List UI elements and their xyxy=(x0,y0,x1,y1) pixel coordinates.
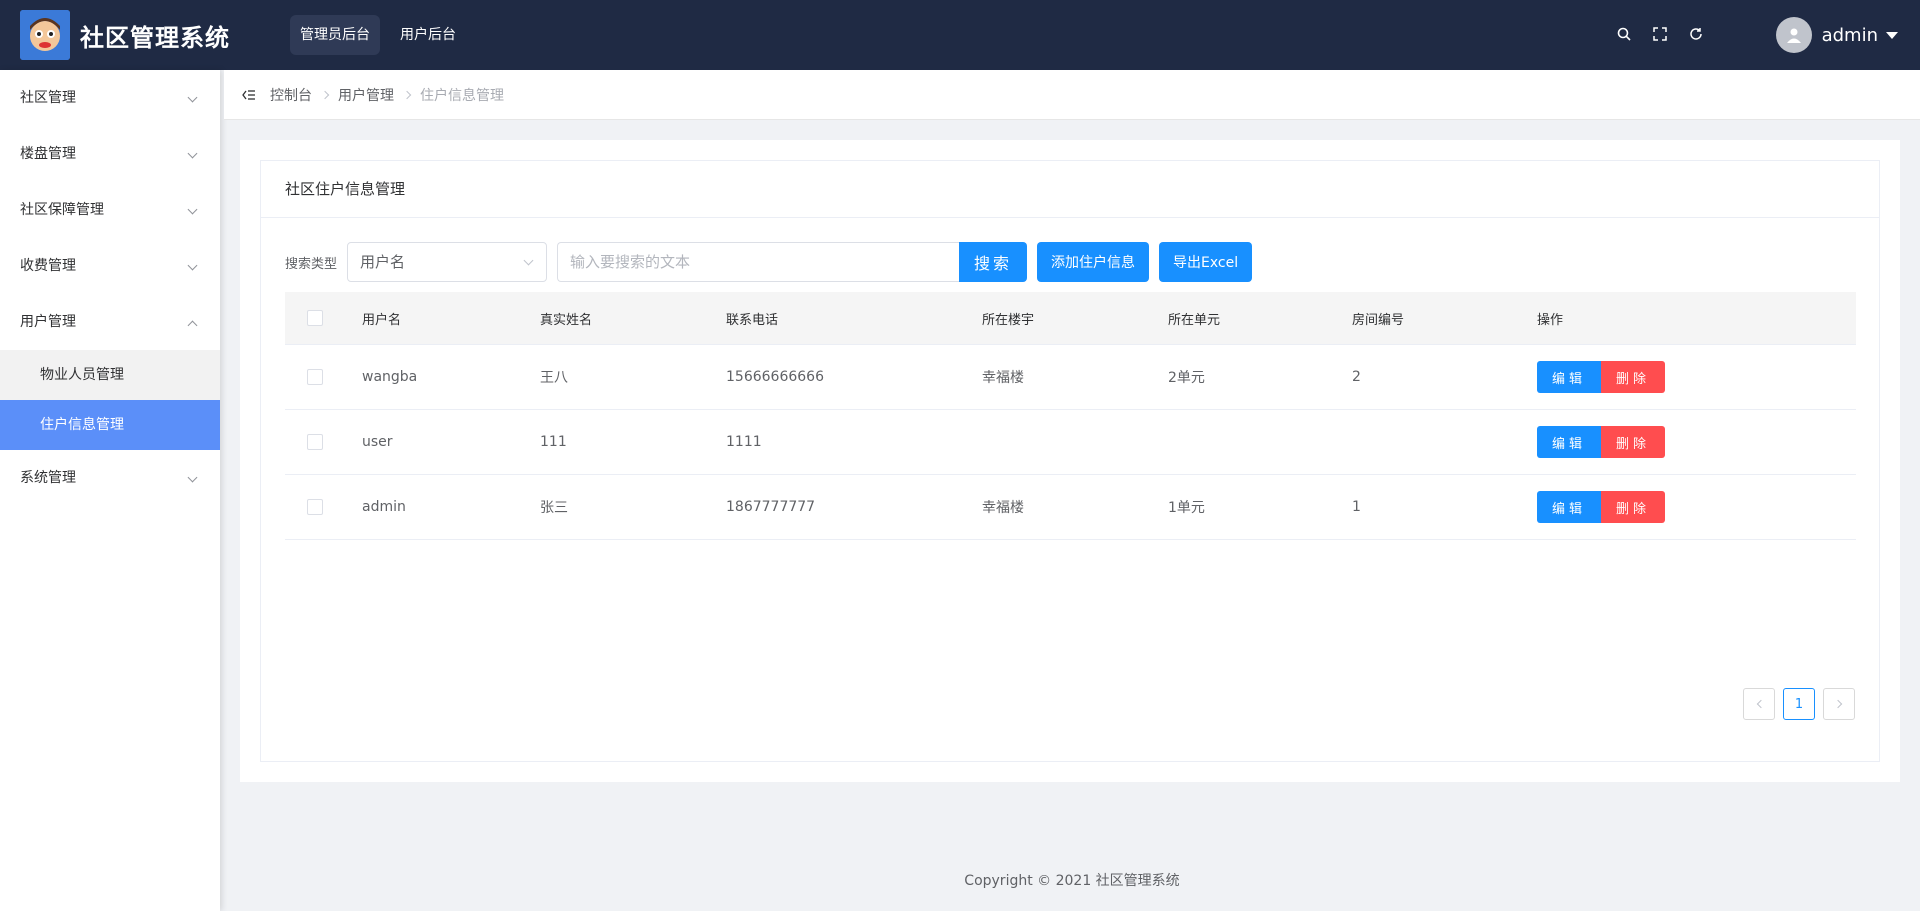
sidebar-item-label: 社区保障管理 xyxy=(20,202,104,218)
cell-real-name: 111 xyxy=(540,434,567,450)
app-logo xyxy=(20,10,70,60)
card-title: 社区住户信息管理 xyxy=(261,161,1879,218)
cell-unit: 1单元 xyxy=(1168,500,1205,516)
sidebar-item-security[interactable]: 社区保障管理 xyxy=(0,182,220,238)
chevron-right-icon xyxy=(320,90,330,99)
row-checkbox[interactable] xyxy=(307,369,323,385)
chevron-left-icon xyxy=(1756,699,1765,709)
page-number[interactable]: 1 xyxy=(1783,688,1815,720)
sidebar-subitem-residents[interactable]: 住户信息管理 xyxy=(0,400,220,450)
breadcrumb: 控制台 用户管理 住户信息管理 xyxy=(270,85,504,105)
edit-button[interactable]: 编辑 xyxy=(1537,491,1601,523)
cell-building: 幸福楼 xyxy=(982,370,1024,386)
search-icon[interactable] xyxy=(1614,24,1634,44)
prev-page-button[interactable] xyxy=(1743,688,1775,720)
user-menu[interactable]: admin xyxy=(1775,17,1898,53)
column-header: 所在楼宇 xyxy=(982,312,1035,328)
fullscreen-icon[interactable] xyxy=(1650,24,1670,44)
breadcrumb-user-management[interactable]: 用户管理 xyxy=(338,85,394,105)
breadcrumb-bar: 控制台 用户管理 住户信息管理 xyxy=(224,70,1920,120)
select-all-checkbox[interactable] xyxy=(307,310,323,326)
chevron-down-icon xyxy=(187,92,198,103)
main-panel: 社区住户信息管理 搜索类型 用户名 搜索 添加住户信息 导出Excel 用户名 … xyxy=(240,140,1900,782)
edit-button[interactable]: 编辑 xyxy=(1537,426,1601,458)
chevron-down-icon xyxy=(187,472,198,483)
next-page-button[interactable] xyxy=(1823,688,1855,720)
column-header: 操作 xyxy=(1537,312,1564,328)
sidebar-item-label: 社区管理 xyxy=(20,90,76,106)
search-type-select[interactable]: 用户名 xyxy=(347,242,548,282)
cell-unit: 2单元 xyxy=(1168,370,1205,386)
chevron-down-icon xyxy=(187,260,198,271)
breadcrumb-dashboard[interactable]: 控制台 xyxy=(270,85,312,105)
chevron-up-icon xyxy=(187,320,198,331)
sidebar-item-system[interactable]: 系统管理 xyxy=(0,450,220,506)
header-tools xyxy=(1614,24,1706,44)
sidebar-item-label: 用户管理 xyxy=(20,314,76,330)
nav-user-backend[interactable]: 用户后台 xyxy=(390,15,466,55)
table-row: wangba 王八 15666666666 幸福楼 2单元 2 编辑 删除 xyxy=(285,345,1856,410)
row-checkbox[interactable] xyxy=(307,499,323,515)
chevron-down-icon xyxy=(187,148,198,159)
nav-admin-backend[interactable]: 管理员后台 xyxy=(290,15,380,55)
cell-username: wangba xyxy=(362,369,418,385)
sidebar-item-label: 系统管理 xyxy=(20,470,76,486)
refresh-icon[interactable] xyxy=(1686,24,1706,44)
search-type-value: 用户名 xyxy=(360,253,406,271)
sidebar-subitem-staff[interactable]: 物业人员管理 xyxy=(0,350,220,400)
column-header: 所在单元 xyxy=(1168,312,1221,328)
column-header: 真实姓名 xyxy=(540,312,593,328)
delete-button[interactable]: 删除 xyxy=(1601,426,1665,458)
cell-phone: 15666666666 xyxy=(726,369,824,385)
app-title: 社区管理系统 xyxy=(80,24,230,52)
cell-real-name: 王八 xyxy=(540,370,568,386)
sidebar: 社区管理 楼盘管理 社区保障管理 收费管理 用户管理 物业人员管理 住户信息管理… xyxy=(0,70,220,911)
cell-building: 幸福楼 xyxy=(982,500,1024,516)
pagination: 1 xyxy=(1743,688,1855,720)
sidebar-item-label: 楼盘管理 xyxy=(20,146,76,162)
edit-button[interactable]: 编辑 xyxy=(1537,361,1601,393)
delete-button[interactable]: 删除 xyxy=(1601,491,1665,523)
resident-card: 社区住户信息管理 搜索类型 用户名 搜索 添加住户信息 导出Excel 用户名 … xyxy=(260,160,1880,762)
sidebar-item-users[interactable]: 用户管理 xyxy=(0,294,220,350)
cell-room: 2 xyxy=(1352,369,1361,385)
sidebar-item-community[interactable]: 社区管理 xyxy=(0,70,220,126)
chevron-down-icon xyxy=(187,204,198,215)
search-input[interactable] xyxy=(557,242,960,282)
cell-phone: 1867777777 xyxy=(726,499,816,515)
sidebar-item-label: 收费管理 xyxy=(20,258,76,274)
search-button[interactable]: 搜索 xyxy=(959,242,1028,282)
cell-phone: 1111 xyxy=(726,434,762,450)
column-header: 用户名 xyxy=(362,312,402,328)
cell-username: user xyxy=(362,434,393,450)
chevron-down-icon xyxy=(523,255,534,266)
cell-username: admin xyxy=(362,499,406,515)
cell-real-name: 张三 xyxy=(540,500,568,516)
search-type-label: 搜索类型 xyxy=(285,256,338,272)
column-header: 联系电话 xyxy=(726,312,779,328)
top-nav: 管理员后台 用户后台 xyxy=(290,15,466,55)
top-header: 社区管理系统 管理员后台 用户后台 admin xyxy=(0,0,1920,70)
resident-table: 用户名 真实姓名 联系电话 所在楼宇 所在单元 房间编号 操作 wangba 王… xyxy=(285,292,1856,540)
cell-room: 1 xyxy=(1352,499,1361,515)
caret-down-icon xyxy=(1886,31,1898,39)
column-header: 房间编号 xyxy=(1352,312,1405,328)
sidebar-item-fees[interactable]: 收费管理 xyxy=(0,238,220,294)
username: admin xyxy=(1821,24,1878,46)
breadcrumb-current: 住户信息管理 xyxy=(420,87,504,104)
collapse-sidebar-icon[interactable] xyxy=(240,86,258,104)
table-row: user 111 1111 编辑 删除 xyxy=(285,410,1856,475)
add-resident-button[interactable]: 添加住户信息 xyxy=(1037,242,1150,282)
footer-copyright: Copyright © 2021 社区管理系统 xyxy=(964,873,1180,889)
chevron-right-icon xyxy=(1833,699,1842,709)
chevron-right-icon xyxy=(402,90,412,99)
table-row: admin 张三 1867777777 幸福楼 1单元 1 编辑 删除 xyxy=(285,475,1856,540)
avatar xyxy=(1775,17,1812,53)
delete-button[interactable]: 删除 xyxy=(1601,361,1665,393)
export-excel-button[interactable]: 导出Excel xyxy=(1159,242,1253,282)
sidebar-item-property[interactable]: 楼盘管理 xyxy=(0,126,220,182)
row-checkbox[interactable] xyxy=(307,434,323,450)
table-header: 用户名 真实姓名 联系电话 所在楼宇 所在单元 房间编号 操作 xyxy=(285,292,1856,345)
search-toolbar: 搜索类型 用户名 搜索 添加住户信息 导出Excel xyxy=(285,242,1253,282)
